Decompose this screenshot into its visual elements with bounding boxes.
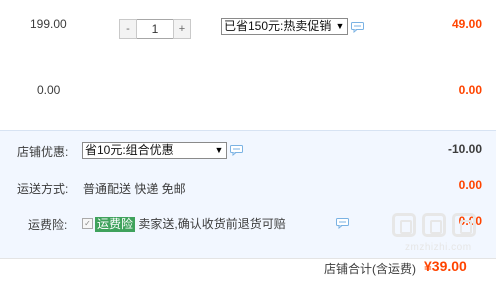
- dropdown-arrow-icon: ▼: [213, 143, 225, 158]
- quantity-input[interactable]: [137, 19, 173, 39]
- chat-bubble-icon[interactable]: [230, 145, 243, 156]
- promo-select[interactable]: 已省150元:热卖促销 ▼: [221, 18, 348, 35]
- insurance-description: 卖家送,确认收货前退货可赔: [138, 217, 286, 231]
- shipping-amount: 0.00: [458, 178, 482, 192]
- store-total-area: [0, 258, 496, 289]
- shipping-method: 普通配送 快递 免邮: [83, 182, 186, 196]
- watermark-logo-icon: [422, 213, 446, 237]
- store-discount-label: 店铺优惠:: [17, 145, 69, 159]
- watermark-text: zmzhizhi.com: [405, 242, 472, 253]
- promo-select-value: 已省150元:热卖促销: [224, 19, 332, 33]
- shipping-label: 运送方式:: [17, 182, 69, 196]
- qty-plus-button[interactable]: +: [173, 19, 191, 39]
- store-discount-select[interactable]: 省10元:组合优惠 ▼: [82, 142, 227, 159]
- insurance-tag: 运费险: [95, 217, 136, 232]
- qty-minus-button[interactable]: -: [119, 19, 137, 39]
- chat-bubble-icon[interactable]: [351, 22, 364, 33]
- item-1-unit-price: 199.00: [30, 17, 67, 31]
- insurance-label: 运费险:: [28, 218, 68, 232]
- store-discount-select-value: 省10元:组合优惠: [85, 143, 174, 157]
- item-2-unit-price: 0.00: [37, 83, 61, 97]
- watermark-logo-icon: [392, 213, 416, 237]
- quantity-stepper[interactable]: - +: [119, 19, 191, 39]
- watermark-logo-icon: [452, 213, 476, 237]
- dropdown-arrow-icon: ▼: [334, 19, 346, 34]
- store-discount-amount: -10.00: [447, 142, 482, 156]
- insurance-checkbox[interactable]: ✓: [82, 218, 93, 229]
- store-total-amount: ¥39.00: [424, 258, 467, 274]
- store-total-label: 店铺合计(含运费): [324, 262, 416, 276]
- insurance-text: 运费险 卖家送,确认收货前退货可赔: [95, 215, 286, 232]
- chat-bubble-icon[interactable]: [336, 218, 349, 229]
- item-1-subtotal: 49.00: [451, 17, 482, 31]
- item-2-subtotal: 0.00: [458, 83, 482, 97]
